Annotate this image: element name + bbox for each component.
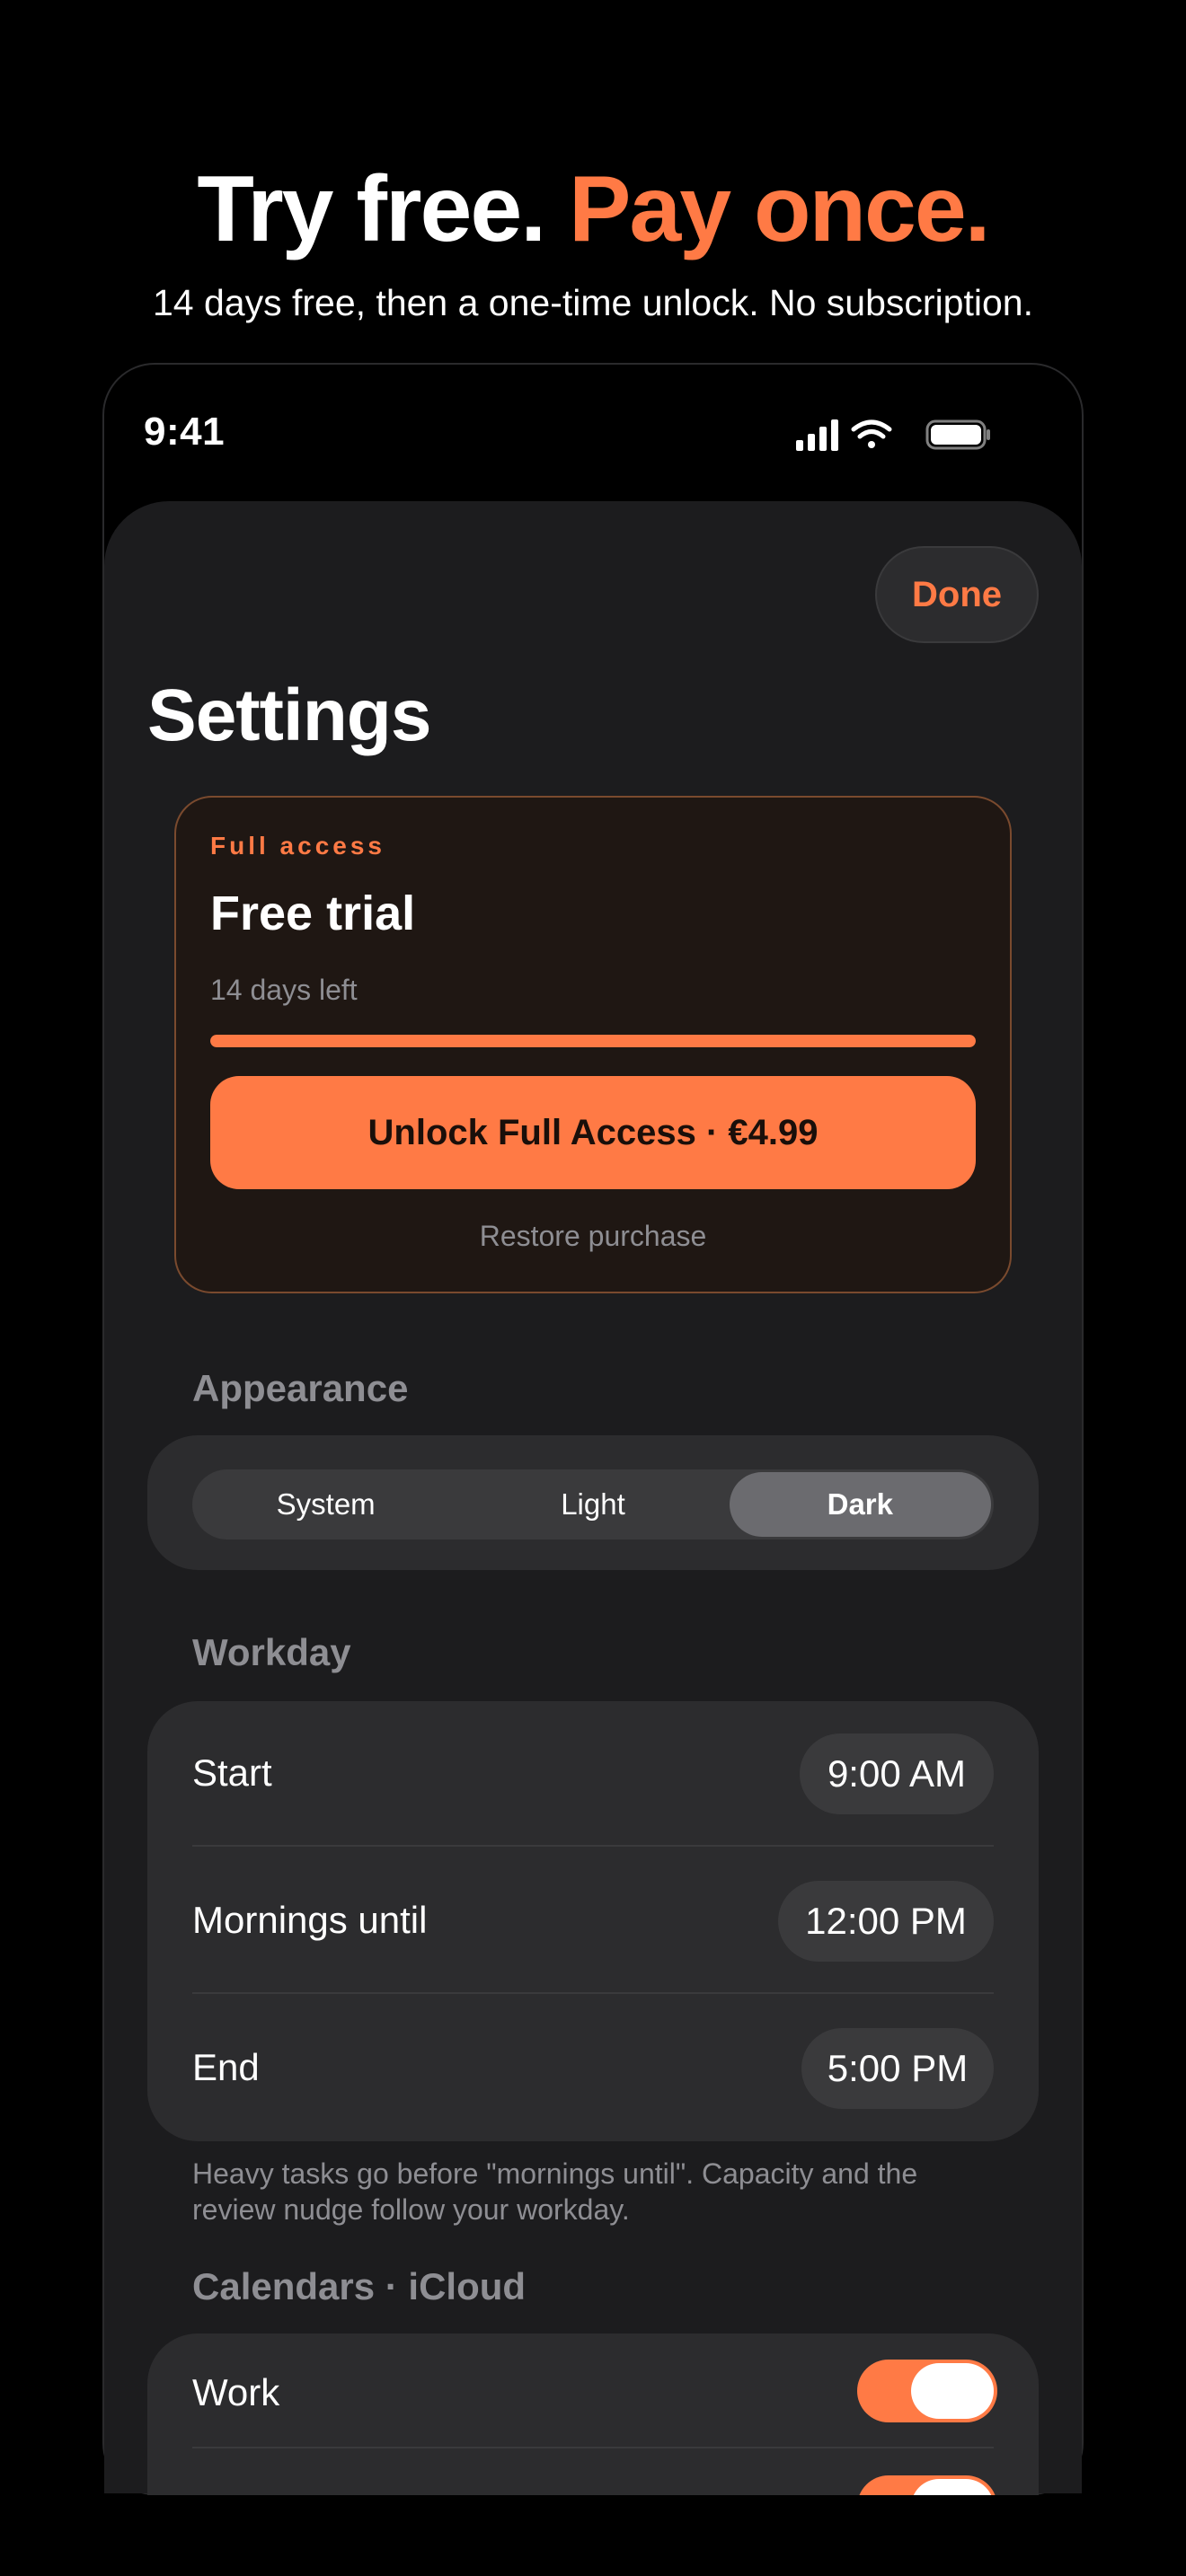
trial-progress-fill: [210, 1035, 976, 1047]
unlock-full-access-button[interactable]: Unlock Full Access · €4.99: [210, 1076, 976, 1189]
workday-footnote: Heavy tasks go before "mornings until". …: [192, 2157, 918, 2226]
appearance-section-header: Appearance: [192, 1367, 409, 1409]
battery-icon: [925, 419, 990, 450]
promo-subhead: 14 days free, then a one-time unlock. No…: [153, 282, 1033, 323]
workday-section-header: Workday: [192, 1631, 351, 1673]
wifi-icon: [851, 419, 892, 448]
cellular-signal-icon: [796, 419, 838, 451]
segment-dark[interactable]: Dark: [729, 1472, 991, 1537]
status-time: 9:41: [144, 410, 226, 454]
trial-title: Free trial: [210, 887, 416, 940]
toggle-knob: [911, 2363, 994, 2419]
workday-row-end-label: End: [192, 2046, 260, 2088]
done-button[interactable]: Done: [875, 546, 1039, 643]
workday-row-start-label: Start: [192, 1751, 272, 1794]
promo-headline: Try free. Pay once.: [0, 160, 1186, 259]
row-divider: [192, 1845, 994, 1847]
trial-days-left: 14 days left: [210, 974, 358, 1006]
mornings-until-time-picker[interactable]: 12:00 PM: [778, 1881, 994, 1962]
status-icons: [796, 419, 990, 451]
calendar-work-toggle[interactable]: [857, 2360, 997, 2422]
row-divider: [192, 2447, 994, 2448]
segment-light[interactable]: Light: [462, 1472, 723, 1537]
segment-system[interactable]: System: [195, 1472, 456, 1537]
trial-eyebrow: Full access: [210, 832, 385, 860]
start-time-picker[interactable]: 9:00 AM: [800, 1734, 994, 1814]
trial-progress-bar: [210, 1035, 976, 1047]
workday-row-mornings-label: Mornings until: [192, 1899, 428, 1941]
restore-purchase-link[interactable]: Restore purchase: [174, 1220, 1012, 1253]
calendars-section-header: Calendars · iCloud: [192, 2265, 527, 2307]
headline-plain: Try free.: [197, 157, 546, 261]
appearance-segmented-control: System Light Dark: [192, 1469, 994, 1539]
end-time-picker[interactable]: 5:00 PM: [801, 2028, 994, 2109]
row-divider: [192, 1992, 994, 1994]
page-title: Settings: [147, 675, 431, 756]
headline-accent: Pay once.: [569, 157, 991, 261]
bottom-background: [0, 2495, 1186, 2576]
calendar-work-label: Work: [192, 2371, 280, 2413]
